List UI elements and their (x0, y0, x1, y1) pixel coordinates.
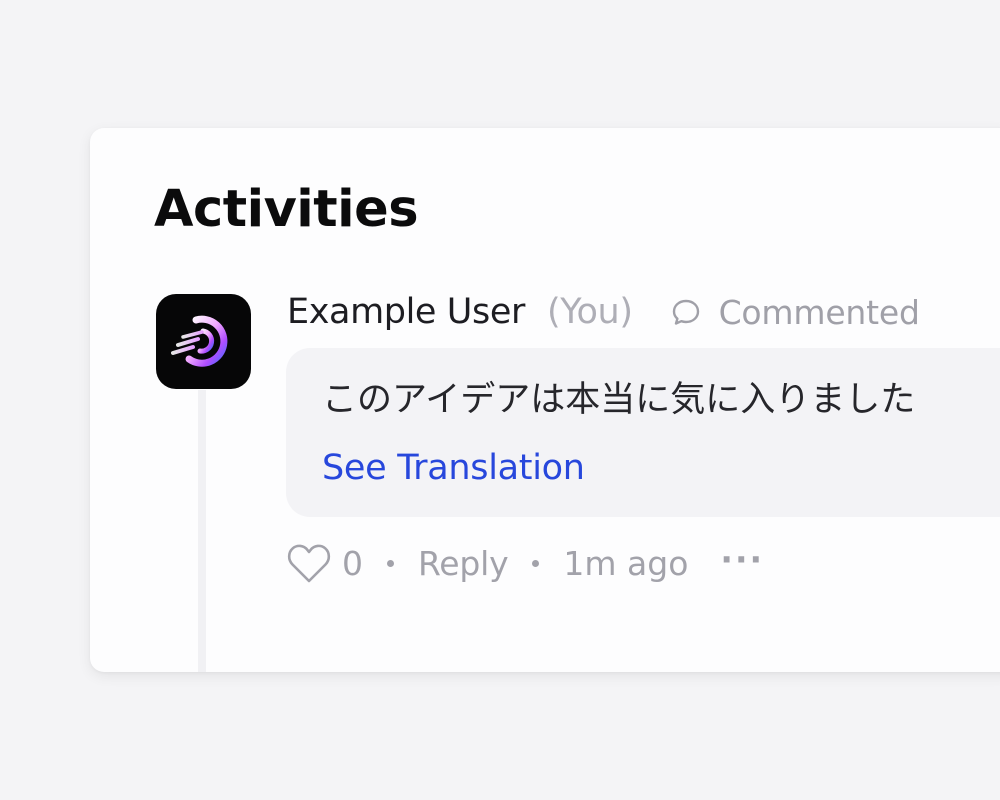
section-title: Activities (154, 180, 419, 239)
separator-dot (532, 559, 540, 567)
comment-bubble: このアイデアは本当に気に入りました See Translation (286, 348, 1000, 517)
see-translation-link[interactable]: See Translation (322, 444, 585, 492)
heart-icon (287, 544, 331, 583)
like-count: 0 (342, 543, 363, 583)
activities-card: Activities Example User (You) Commented … (90, 128, 1000, 672)
comment-icon (669, 295, 703, 329)
activity-meta: Example User (You) Commented (287, 288, 920, 336)
comment-actions: 0 Reply 1m ago ··· (286, 539, 764, 587)
user-name[interactable]: Example User (287, 292, 525, 332)
you-tag: (You) (546, 292, 633, 332)
action-label: Commented (718, 292, 920, 332)
more-options-button[interactable]: ··· (720, 540, 764, 579)
timestamp: 1m ago (563, 543, 689, 583)
separator-dot (387, 559, 394, 567)
like-button[interactable]: 0 (286, 542, 363, 584)
thread-line (198, 390, 206, 672)
app-logo-icon (171, 315, 228, 367)
comment-text: このアイデアは本当に気に入りました (322, 380, 916, 420)
reply-button[interactable]: Reply (418, 544, 509, 583)
user-avatar[interactable] (156, 294, 251, 389)
